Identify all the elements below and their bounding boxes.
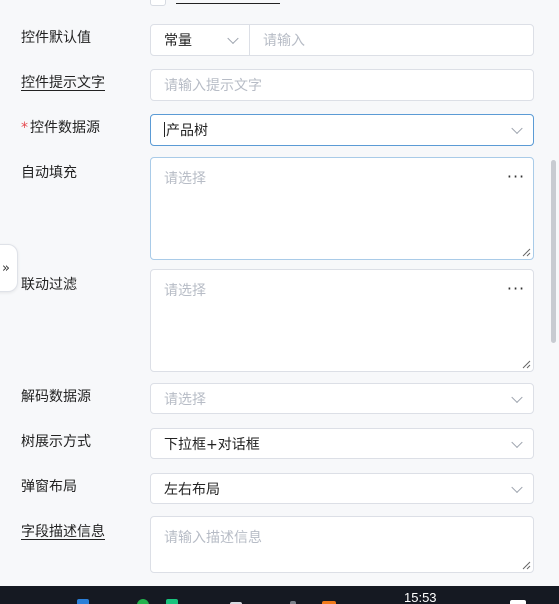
data-source-value-text: 产品树 bbox=[166, 123, 208, 139]
resize-grip-icon[interactable] bbox=[522, 360, 531, 369]
value-type-text: 常量 bbox=[164, 33, 192, 49]
double-chevron-right-icon: » bbox=[2, 260, 10, 276]
decode-source-placeholder: 请选择 bbox=[164, 391, 206, 408]
hint-text-label: 控件提示文字 bbox=[21, 75, 105, 91]
default-value-field: 常量 请输入 bbox=[150, 24, 534, 56]
autofill-textarea[interactable]: 请选择 ··· bbox=[150, 157, 534, 260]
app-icon[interactable] bbox=[166, 599, 178, 604]
chevron-down-icon bbox=[511, 481, 523, 493]
default-value-placeholder: 请输入 bbox=[263, 33, 305, 49]
app-icon[interactable] bbox=[77, 599, 89, 604]
more-options-button[interactable]: ··· bbox=[499, 158, 533, 194]
chevron-down-icon bbox=[511, 436, 523, 448]
chevron-down-icon bbox=[511, 122, 523, 135]
os-taskbar: 15:53 bbox=[0, 586, 559, 604]
expand-panel-button[interactable]: » bbox=[0, 244, 18, 292]
hint-text-input[interactable]: 请输入提示文字 bbox=[150, 69, 534, 101]
field-desc-textarea[interactable]: 请输入描述信息 bbox=[150, 516, 534, 573]
field-desc-placeholder: 请输入描述信息 bbox=[164, 530, 262, 546]
resize-grip-icon[interactable] bbox=[522, 248, 531, 257]
vertical-scrollbar[interactable] bbox=[551, 160, 556, 343]
dialog-layout-label: 弹窗布局 bbox=[21, 479, 77, 495]
linked-filter-label: 联动过滤 bbox=[21, 277, 77, 293]
text-caret bbox=[164, 122, 165, 137]
dialog-layout-select[interactable]: 左右布局 bbox=[150, 473, 534, 504]
tree-display-select[interactable]: 下拉框+对话框 bbox=[150, 428, 534, 459]
autofill-placeholder: 请选择 bbox=[164, 171, 206, 187]
data-source-value: 产品树 bbox=[164, 120, 208, 140]
hint-text-placeholder: 请输入提示文字 bbox=[164, 78, 262, 94]
required-mark: * bbox=[21, 120, 28, 136]
form-panel: 控件默认值 常量 请输入 控件提示文字 请输入提示文字 * 控件数据源 产品树 自… bbox=[0, 0, 559, 586]
field-desc-label: 字段描述信息 bbox=[21, 524, 105, 540]
partial-checkbox[interactable] bbox=[150, 0, 166, 6]
linked-filter-placeholder: 请选择 bbox=[164, 283, 206, 299]
data-source-select[interactable]: 产品树 bbox=[150, 114, 534, 146]
partial-underline bbox=[176, 3, 280, 4]
clock-time[interactable]: 15:53 bbox=[404, 590, 437, 604]
default-value-label: 控件默认值 bbox=[21, 30, 91, 46]
data-source-label: * 控件数据源 bbox=[21, 119, 100, 137]
chevron-down-icon bbox=[511, 391, 523, 403]
tree-display-value: 下拉框+对话框 bbox=[164, 436, 260, 453]
resize-grip-icon[interactable] bbox=[522, 561, 531, 570]
dialog-layout-value: 左右布局 bbox=[164, 481, 220, 498]
value-type-select[interactable]: 常量 bbox=[151, 25, 250, 55]
app-icon[interactable] bbox=[137, 599, 149, 604]
decode-source-select[interactable]: 请选择 bbox=[150, 383, 534, 414]
linked-filter-textarea[interactable]: 请选择 ··· bbox=[150, 269, 534, 372]
decode-source-label: 解码数据源 bbox=[21, 389, 91, 405]
data-source-label-text: 控件数据源 bbox=[30, 120, 100, 136]
autofill-label: 自动填充 bbox=[21, 165, 77, 181]
notification-icon[interactable] bbox=[510, 600, 526, 604]
tree-display-label: 树展示方式 bbox=[21, 434, 91, 450]
chevron-down-icon bbox=[227, 32, 239, 45]
more-options-button[interactable]: ··· bbox=[499, 270, 533, 306]
